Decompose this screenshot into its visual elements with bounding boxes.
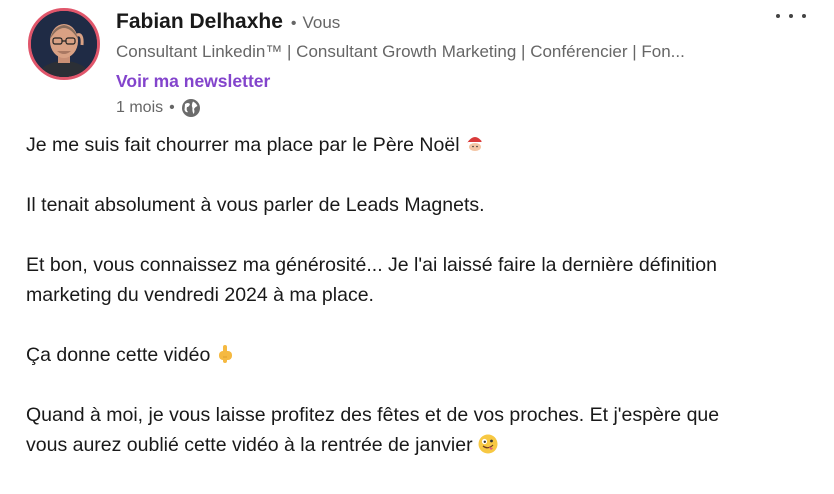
zany-face-emoji (478, 434, 498, 454)
newsletter-link[interactable]: Voir ma newsletter (116, 71, 270, 92)
post-paragraph: Il tenait absolument à vous parler de Le… (26, 190, 816, 220)
post-text: vous aurez oublié cette vidéo à la rentr… (26, 434, 473, 456)
point-down-emoji (219, 345, 233, 363)
more-options-icon[interactable] (776, 6, 806, 26)
post-paragraph: Et bon, vous connaissez ma générosité...… (26, 250, 816, 310)
post-text: Et bon, vous connaissez ma générosité...… (26, 254, 717, 276)
author-headline: Consultant Linkedin™ | Consultant Growth… (116, 42, 685, 61)
feed-post: Fabian Delhaxhe • Vous Consultant Linked… (0, 0, 834, 494)
bullet-separator: • (290, 15, 297, 32)
meta-dot: • (169, 99, 175, 116)
post-time[interactable]: 1 mois (116, 99, 163, 117)
dot-icon (789, 14, 793, 18)
author-row: Fabian Delhaxhe • Vous (116, 10, 744, 34)
post-text: Quand à moi, je vous laisse profitez des… (26, 404, 720, 426)
post-paragraph: Quand à moi, je vous laisse profitez des… (26, 400, 816, 460)
post-text: Je me suis fait chourrer ma place par le… (26, 134, 460, 156)
post-text: marketing du vendredi 2024 à ma place. (26, 284, 374, 306)
author-name[interactable]: Fabian Delhaxhe (116, 10, 283, 34)
dot-icon (776, 14, 780, 18)
post-text: Ça donne cette vidéo (26, 344, 211, 366)
profile-photo (31, 11, 97, 77)
post-meta: 1 mois • (116, 98, 744, 118)
santa-emoji (466, 137, 485, 152)
globe-icon (181, 99, 200, 117)
post-body: Je me suis fait chourrer ma place par le… (26, 130, 816, 490)
connection-degree: Vous (302, 13, 341, 32)
post-text: Il tenait absolument à vous parler de Le… (26, 194, 485, 216)
post-paragraph: Je me suis fait chourrer ma place par le… (26, 130, 816, 160)
post-header: Fabian Delhaxhe • Vous Consultant Linked… (116, 10, 744, 118)
post-paragraph: Ça donne cette vidéo (26, 340, 816, 370)
avatar[interactable] (28, 8, 100, 80)
dot-icon (802, 14, 806, 18)
